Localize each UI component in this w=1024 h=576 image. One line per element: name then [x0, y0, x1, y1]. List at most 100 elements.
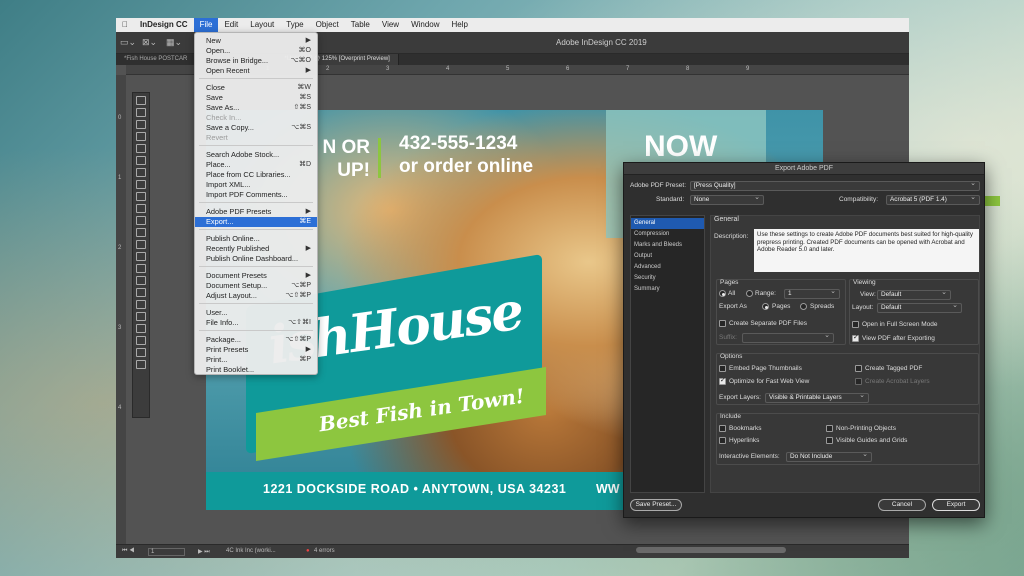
- file-menu-item[interactable]: File Info... ⌥⇧⌘I: [195, 318, 317, 328]
- file-menu-item[interactable]: Publish Online Dashboard...: [195, 254, 317, 264]
- rectangle-tool-icon[interactable]: [136, 216, 146, 225]
- formatting-icon[interactable]: [136, 336, 146, 345]
- rectangle-frame-tool-icon[interactable]: [136, 204, 146, 213]
- nav-advanced[interactable]: Advanced: [631, 262, 704, 273]
- file-menu-item[interactable]: Save As... ⇧⌘S: [195, 103, 317, 113]
- type-tool-icon[interactable]: [136, 156, 146, 165]
- vertical-ruler[interactable]: 0 1 2 3 4: [116, 75, 126, 545]
- separate-pdf-checkbox[interactable]: [719, 320, 726, 327]
- file-menu-item[interactable]: Save a Copy... ⌥⌘S: [195, 123, 317, 133]
- view-dropdown[interactable]: Default: [877, 289, 951, 300]
- zoom-icon[interactable]: ▦⌄: [166, 37, 182, 48]
- file-menu-item[interactable]: Print Booklet...: [195, 365, 317, 375]
- pencil-tool-icon[interactable]: [136, 192, 146, 201]
- acrobat-layers-checkbox[interactable]: [855, 378, 862, 385]
- content-collector-icon[interactable]: [136, 144, 146, 153]
- range-field[interactable]: 1: [784, 288, 840, 299]
- file-menu-item[interactable]: Publish Online...: [195, 234, 317, 244]
- nav-general[interactable]: General: [631, 218, 704, 229]
- menu-object[interactable]: Object: [310, 18, 345, 32]
- page-number-field[interactable]: 1: [148, 548, 186, 556]
- nav-output[interactable]: Output: [631, 251, 704, 262]
- file-menu-item[interactable]: User...: [195, 308, 317, 318]
- file-menu-item[interactable]: Place... ⌘D: [195, 160, 317, 170]
- export-layers-dropdown[interactable]: Visible & Printable Layers: [765, 392, 869, 403]
- file-menu-item[interactable]: Print Presets ▶: [195, 345, 317, 355]
- menu-table[interactable]: Table: [345, 18, 376, 32]
- file-menu-item[interactable]: Export... ⌘E: [195, 217, 317, 227]
- note-tool-icon[interactable]: [136, 276, 146, 285]
- file-menu-item[interactable]: Print... ⌘P: [195, 355, 317, 365]
- preflight-errors[interactable]: 4 errors: [314, 548, 335, 554]
- menu-layout[interactable]: Layout: [244, 18, 280, 32]
- direct-selection-tool-icon[interactable]: [136, 108, 146, 117]
- file-menu-item[interactable]: Open... ⌘O: [195, 46, 317, 56]
- apply-none-icon[interactable]: [136, 348, 146, 357]
- file-menu-item[interactable]: Import PDF Comments...: [195, 190, 317, 200]
- nav-marks-bleeds[interactable]: Marks and Bleeds: [631, 240, 704, 251]
- eyedropper-tool-icon[interactable]: [136, 288, 146, 297]
- zoom-tool-icon[interactable]: [136, 312, 146, 321]
- pen-tool-icon[interactable]: [136, 180, 146, 189]
- preflight-profile[interactable]: 4C Ink Inc (worki...: [226, 548, 276, 554]
- file-menu-item[interactable]: Close ⌘W: [195, 83, 317, 93]
- gradient-tool-icon[interactable]: [136, 252, 146, 261]
- horizontal-scrollbar[interactable]: [636, 547, 786, 553]
- file-menu-item[interactable]: Adjust Layout... ⌥⇧⌘P: [195, 291, 317, 301]
- nav-compression[interactable]: Compression: [631, 229, 704, 240]
- line-tool-icon[interactable]: [136, 168, 146, 177]
- description-field[interactable]: Use these settings to create Adobe PDF d…: [754, 229, 979, 272]
- screen-mode-tool-icon[interactable]: [136, 360, 146, 369]
- gradient-feather-tool-icon[interactable]: [136, 264, 146, 273]
- layout-dropdown[interactable]: Default: [877, 302, 962, 313]
- suffix-field[interactable]: [742, 332, 834, 343]
- guides-checkbox[interactable]: [826, 437, 833, 444]
- cancel-button[interactable]: Cancel: [878, 499, 926, 511]
- fill-stroke-swatch-icon[interactable]: [136, 324, 146, 333]
- menu-window[interactable]: Window: [405, 18, 445, 32]
- menu-edit[interactable]: Edit: [218, 18, 244, 32]
- nav-security[interactable]: Security: [631, 273, 704, 284]
- tagged-pdf-checkbox[interactable]: [855, 365, 862, 372]
- file-menu-item[interactable]: New ▶: [195, 36, 317, 46]
- file-menu-item[interactable]: Search Adobe Stock...: [195, 150, 317, 160]
- view-after-checkbox[interactable]: [852, 333, 859, 342]
- selection-tool-icon[interactable]: [136, 96, 146, 105]
- file-menu-item[interactable]: Package... ⌥⇧⌘P: [195, 335, 317, 345]
- hyperlinks-checkbox[interactable]: [719, 437, 726, 444]
- bookmarks-checkbox[interactable]: [719, 425, 726, 432]
- fastweb-checkbox[interactable]: [719, 376, 726, 385]
- file-menu-item[interactable]: Save ⌘S: [195, 93, 317, 103]
- file-menu-item[interactable]: Document Presets ▶: [195, 271, 317, 281]
- pages-all-radio[interactable]: [719, 290, 726, 297]
- menu-app[interactable]: InDesign CC: [134, 18, 194, 32]
- interactive-dropdown[interactable]: Do Not Include: [786, 451, 872, 462]
- save-preset-button[interactable]: Save Preset...: [630, 499, 682, 511]
- export-spreads-radio[interactable]: [800, 303, 807, 310]
- menu-view[interactable]: View: [376, 18, 405, 32]
- next-page-icon[interactable]: ▶ ⏭: [198, 548, 210, 556]
- export-pages-radio[interactable]: [762, 303, 769, 310]
- compatibility-dropdown[interactable]: Acrobat 5 (PDF 1.4): [886, 194, 980, 205]
- export-button[interactable]: Export: [932, 499, 980, 511]
- gap-tool-icon[interactable]: [136, 132, 146, 141]
- arrange-icon[interactable]: ▭⌄: [120, 37, 136, 48]
- tab-fish-house[interactable]: *Fish House POSTCAR: [116, 54, 197, 65]
- menu-file[interactable]: File: [193, 18, 219, 32]
- file-menu-item[interactable]: Recently Published ▶: [195, 244, 317, 254]
- file-menu-item[interactable]: Place from CC Libraries...: [195, 170, 317, 180]
- page-tool-icon[interactable]: [136, 120, 146, 129]
- scissors-tool-icon[interactable]: [136, 228, 146, 237]
- thumbnails-checkbox[interactable]: [719, 365, 726, 372]
- hand-tool-icon[interactable]: [136, 300, 146, 309]
- file-menu-item[interactable]: Import XML...: [195, 180, 317, 190]
- nav-summary[interactable]: Summary: [631, 284, 704, 295]
- free-transform-tool-icon[interactable]: [136, 240, 146, 249]
- file-menu-item[interactable]: Browse in Bridge... ⌥⌘O: [195, 56, 317, 66]
- preset-dropdown[interactable]: [Press Quality]: [690, 180, 980, 191]
- nonprinting-checkbox[interactable]: [826, 425, 833, 432]
- fullscreen-checkbox[interactable]: [852, 321, 859, 328]
- file-menu-item[interactable]: Open Recent ▶: [195, 66, 317, 76]
- file-menu-item[interactable]: Document Setup... ⌥⌘P: [195, 281, 317, 291]
- standard-dropdown[interactable]: None: [690, 194, 764, 205]
